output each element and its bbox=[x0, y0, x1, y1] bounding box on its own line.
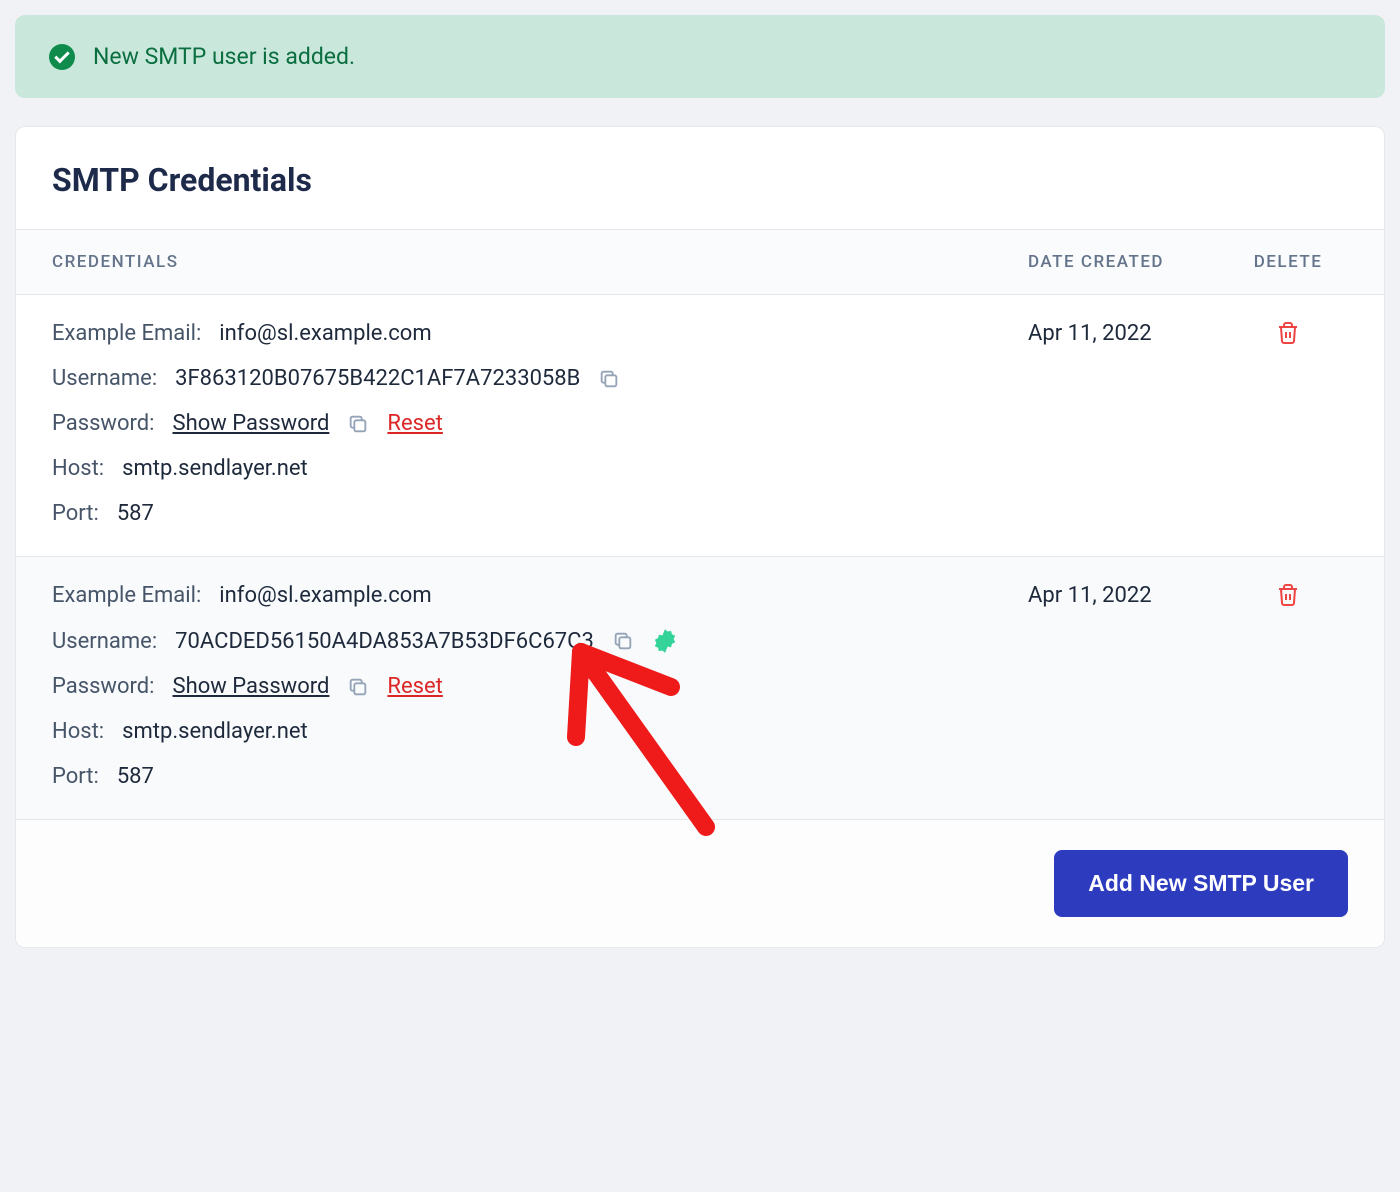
new-badge-icon bbox=[652, 628, 678, 654]
password-label: Password: bbox=[52, 411, 155, 436]
reset-password-link[interactable]: Reset bbox=[387, 411, 442, 436]
credentials-block: Example Email: info@sl.example.com Usern… bbox=[52, 583, 1028, 789]
email-value: info@sl.example.com bbox=[219, 583, 431, 608]
add-new-smtp-user-button[interactable]: Add New SMTP User bbox=[1054, 850, 1348, 917]
alert-message: New SMTP user is added. bbox=[93, 43, 355, 70]
username-label: Username: bbox=[52, 629, 157, 654]
reset-password-link[interactable]: Reset bbox=[387, 674, 442, 699]
card-header: SMTP Credentials bbox=[16, 127, 1384, 230]
port-label: Port: bbox=[52, 501, 99, 526]
show-password-link[interactable]: Show Password bbox=[173, 411, 330, 436]
show-password-link[interactable]: Show Password bbox=[173, 674, 330, 699]
port-value: 587 bbox=[117, 764, 154, 789]
copy-icon[interactable] bbox=[347, 676, 369, 698]
email-label: Example Email: bbox=[52, 583, 201, 608]
host-value: smtp.sendlayer.net bbox=[122, 456, 308, 481]
trash-icon[interactable] bbox=[1276, 583, 1300, 607]
table-header-row: CREDENTIALS DATE CREATED DELETE bbox=[16, 230, 1384, 295]
port-label: Port: bbox=[52, 764, 99, 789]
password-label: Password: bbox=[52, 674, 155, 699]
email-value: info@sl.example.com bbox=[219, 321, 431, 346]
credentials-block: Example Email: info@sl.example.com Usern… bbox=[52, 321, 1028, 526]
copy-icon[interactable] bbox=[347, 413, 369, 435]
username-label: Username: bbox=[52, 366, 157, 391]
copy-icon[interactable] bbox=[612, 630, 634, 652]
host-value: smtp.sendlayer.net bbox=[122, 719, 308, 744]
card-title: SMTP Credentials bbox=[52, 161, 1348, 199]
port-value: 587 bbox=[117, 501, 154, 526]
card-footer: Add New SMTP User bbox=[16, 820, 1384, 947]
email-label: Example Email: bbox=[52, 321, 201, 346]
copy-icon[interactable] bbox=[598, 368, 620, 390]
username-value: 70ACDED56150A4DA853A7B53DF6C67C3 bbox=[175, 629, 594, 654]
host-label: Host: bbox=[52, 456, 104, 481]
date-created-value: Apr 11, 2022 bbox=[1028, 321, 1228, 346]
th-date-created: DATE CREATED bbox=[1028, 252, 1228, 272]
date-created-value: Apr 11, 2022 bbox=[1028, 583, 1228, 608]
th-delete: DELETE bbox=[1228, 252, 1348, 272]
trash-icon[interactable] bbox=[1276, 321, 1300, 345]
check-circle-icon bbox=[49, 44, 75, 70]
username-value: 3F863120B07675B422C1AF7A7233058B bbox=[175, 366, 580, 391]
credentials-row: Example Email: info@sl.example.com Usern… bbox=[16, 557, 1384, 820]
th-credentials: CREDENTIALS bbox=[52, 252, 1028, 272]
success-alert: New SMTP user is added. bbox=[15, 15, 1385, 98]
smtp-credentials-card: SMTP Credentials CREDENTIALS DATE CREATE… bbox=[15, 126, 1385, 948]
host-label: Host: bbox=[52, 719, 104, 744]
credentials-row: Example Email: info@sl.example.com Usern… bbox=[16, 295, 1384, 557]
